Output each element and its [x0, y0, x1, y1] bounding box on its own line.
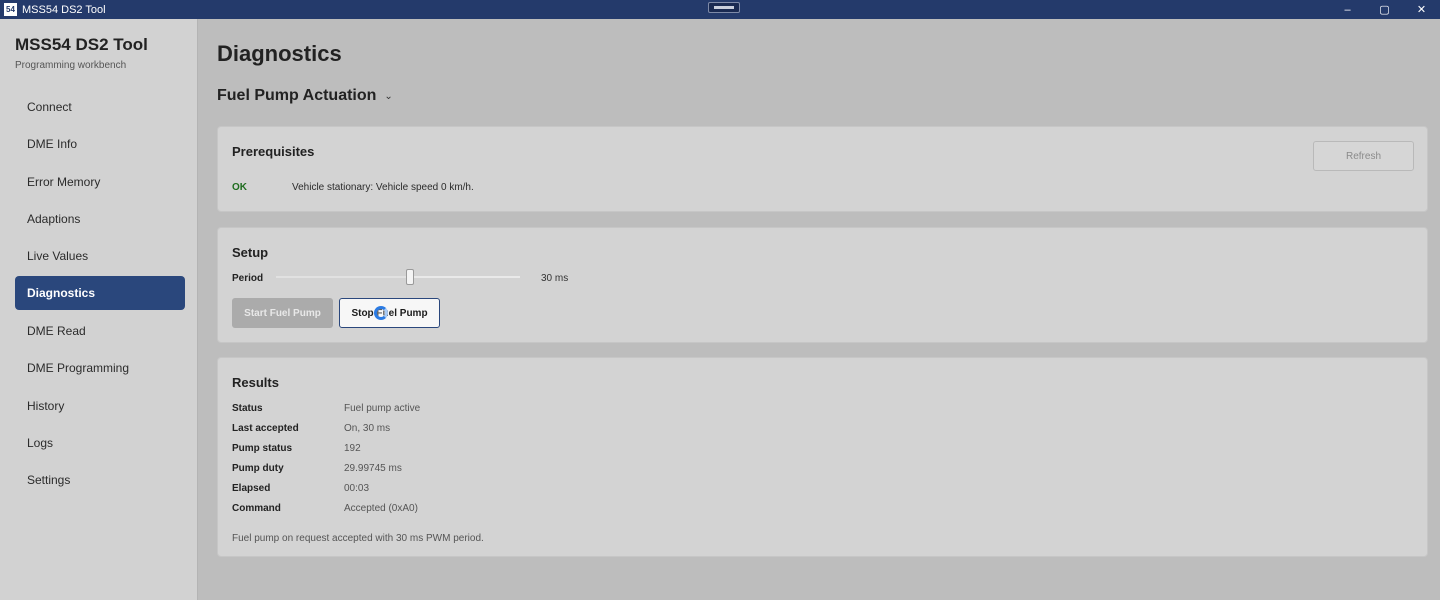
sidebar-item-diagnostics[interactable]: Diagnostics — [15, 276, 185, 310]
result-value: 192 — [344, 443, 361, 454]
sidebar-item-adaptions[interactable]: Adaptions — [15, 202, 185, 236]
period-slider-thumb[interactable] — [406, 269, 414, 285]
results-card: Results Status Fuel pump active Last acc… — [217, 357, 1428, 557]
chevron-down-icon: ⌄ — [384, 90, 393, 102]
stop-fuel-pump-button[interactable]: Stop Fuel Pump — [339, 298, 440, 328]
result-value: On, 30 ms — [344, 423, 391, 434]
result-value: Fuel pump active — [344, 403, 421, 414]
sidebar-item-dme-info[interactable]: DME Info — [15, 127, 185, 161]
result-key: Elapsed — [232, 483, 271, 494]
sidebar-item-logs[interactable]: Logs — [15, 426, 185, 460]
page-title: Diagnostics — [217, 41, 342, 66]
app-brand-subtitle: Programming workbench — [15, 60, 127, 71]
prerequisite-text: Vehicle stationary: Vehicle speed 0 km/h… — [292, 182, 474, 193]
app-brand-title: MSS54 DS2 Tool — [15, 35, 148, 54]
window-title: MSS54 DS2 Tool — [22, 3, 106, 16]
busy-cursor-icon — [374, 306, 388, 320]
result-key: Last accepted — [232, 423, 299, 434]
diagnostic-selector[interactable]: Fuel Pump Actuation ⌄ — [217, 87, 393, 105]
result-value: Accepted (0xA0) — [344, 503, 418, 514]
maximize-button[interactable]: ▢ — [1366, 0, 1403, 19]
diagnostic-selector-value: Fuel Pump Actuation — [217, 87, 377, 104]
setup-title: Setup — [232, 245, 269, 260]
start-fuel-pump-button[interactable]: Start Fuel Pump — [232, 298, 333, 328]
result-key: Pump status — [232, 443, 293, 454]
refresh-button[interactable]: Refresh — [1313, 141, 1414, 171]
result-key: Command — [232, 503, 281, 514]
period-slider-fill — [276, 276, 410, 278]
sidebar-item-live-values[interactable]: Live Values — [15, 239, 185, 273]
window-handle-icon[interactable] — [708, 2, 740, 13]
sidebar-item-settings[interactable]: Settings — [15, 463, 185, 497]
result-key: Status — [232, 403, 263, 414]
result-note: Fuel pump on request accepted with 30 ms… — [232, 533, 484, 544]
prerequisites-title: Prerequisites — [232, 144, 315, 159]
period-slider[interactable] — [276, 268, 520, 286]
prerequisite-status: OK — [232, 182, 247, 193]
result-key: Pump duty — [232, 463, 284, 474]
result-value: 00:03 — [344, 483, 370, 494]
period-value: 30 ms — [541, 273, 569, 284]
main-content: Diagnostics Fuel Pump Actuation ⌄ Prereq… — [199, 19, 1440, 600]
period-label: Period — [232, 273, 264, 284]
sidebar-item-dme-programming[interactable]: DME Programming — [15, 351, 185, 385]
sidebar-item-error-memory[interactable]: Error Memory — [15, 165, 185, 199]
app-icon: 54 — [4, 3, 17, 16]
minimize-button[interactable]: – — [1329, 0, 1366, 19]
setup-card: Setup Period 30 ms Start Fuel Pump Stop … — [217, 227, 1428, 343]
results-title: Results — [232, 375, 279, 390]
result-value: 29.99745 ms — [344, 463, 402, 474]
sidebar-item-connect[interactable]: Connect — [15, 90, 185, 124]
prerequisites-card: Prerequisites Refresh OK Vehicle station… — [217, 126, 1428, 212]
close-button[interactable]: ✕ — [1403, 0, 1440, 19]
window-controls: – ▢ ✕ — [1329, 0, 1440, 19]
sidebar-item-history[interactable]: History — [15, 389, 185, 423]
sidebar-item-dme-read[interactable]: DME Read — [15, 314, 185, 348]
title-bar: 54 MSS54 DS2 Tool – ▢ ✕ — [0, 0, 1440, 19]
sidebar: MSS54 DS2 Tool Programming workbench Con… — [0, 19, 198, 600]
